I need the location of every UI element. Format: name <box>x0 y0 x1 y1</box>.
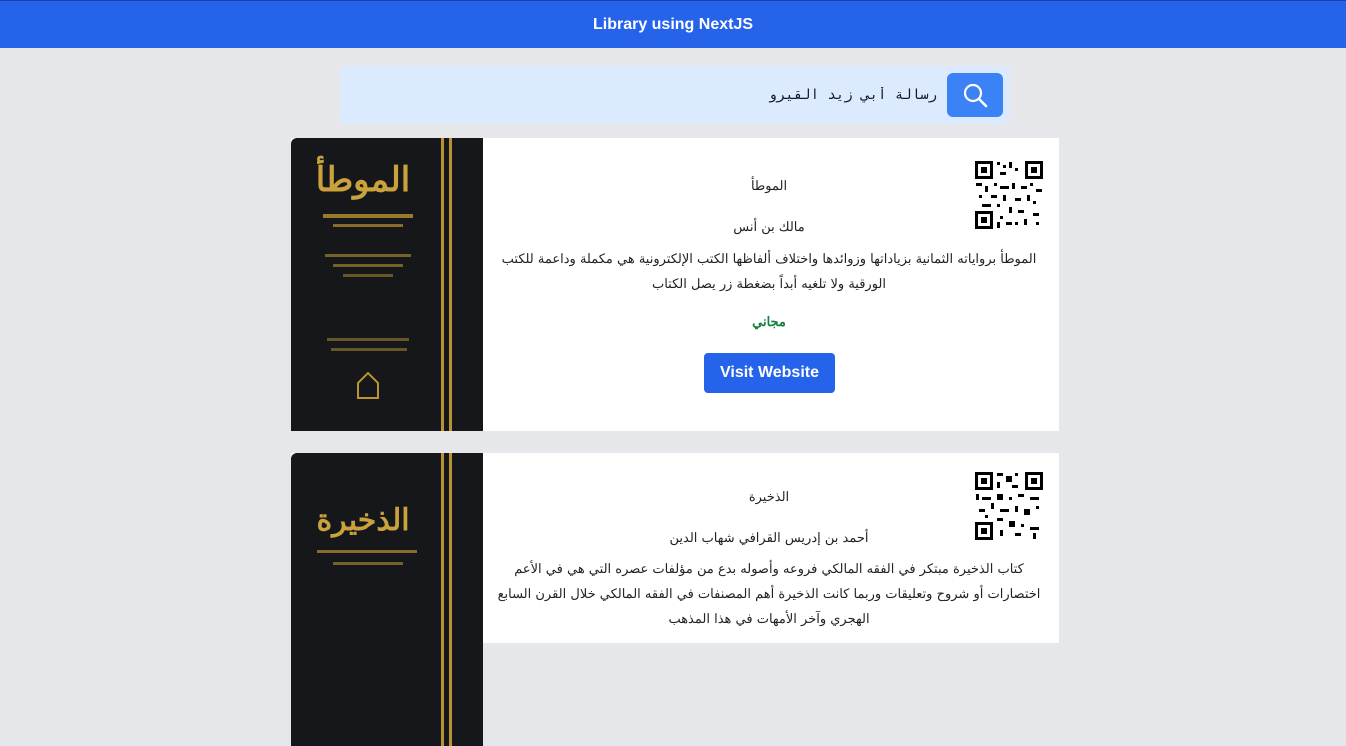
cover-decoration <box>317 550 417 565</box>
book-author: مالك بن أنس <box>733 220 805 235</box>
book-author: أحمد بن إدريس القرافي شهاب الدين <box>669 531 869 546</box>
search-bar <box>340 66 1010 124</box>
book-title: الموطأ <box>750 179 788 194</box>
book-card: الذخيرة الذخيرة أحمد بن إدريس القرافي شه… <box>291 453 1059 746</box>
search-input[interactable] <box>348 74 943 116</box>
book-cover-image: الذخيرة <box>291 453 483 746</box>
book-title: الذخيرة <box>748 490 790 505</box>
book-description: الموطأ برواياته الثمانية بزياداتها وزوائ… <box>501 252 1037 292</box>
visit-website-button[interactable]: Visit Website <box>704 353 835 393</box>
book-description: كتاب الذخيرة مبتكر في الفقه المالكي فروع… <box>497 562 1041 627</box>
app-header: Library using NextJS <box>0 0 1346 48</box>
book-price: مجاني <box>752 314 786 329</box>
cover-title: الذخيرة <box>316 503 410 538</box>
book-card: الموطأ الموطأ مالك بن أنس الموطأ بروايات… <box>291 138 1059 431</box>
search-icon <box>963 83 988 108</box>
book-cover-image: الموطأ <box>291 138 483 431</box>
cover-title: الموطأ <box>315 160 411 200</box>
search-button[interactable] <box>947 73 1003 117</box>
cover-decoration <box>323 214 413 399</box>
app-title: Library using NextJS <box>592 15 754 33</box>
